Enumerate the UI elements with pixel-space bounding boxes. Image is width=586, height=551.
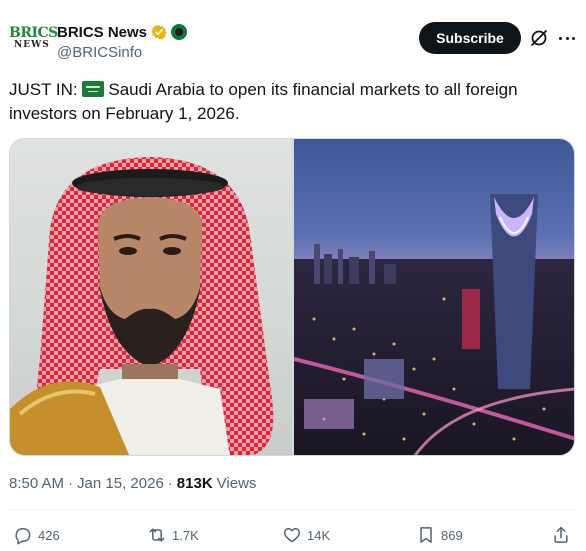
subscribe-button[interactable]: Subscribe [419,22,521,54]
logo-text-bottom: NEWS [14,40,50,50]
divider [9,509,575,510]
tweet-time[interactable]: 8:50 AM [9,475,64,492]
reply-button[interactable]: 426 [13,525,60,545]
bookmark-count: 869 [441,527,463,543]
handle[interactable]: @BRICSinfo [57,44,142,61]
saudi-flag-icon [82,81,105,97]
repost-count: 1.7K [172,527,199,543]
share-button[interactable] [551,525,571,545]
brics-news-logo[interactable]: BRICS NEWS [9,25,58,56]
skyline-illustration [294,194,574,455]
portrait-illustration [10,157,274,455]
affiliate-badge-icon[interactable] [171,24,188,40]
reply-count: 426 [38,527,60,543]
verified-badge-icon[interactable] [151,24,167,40]
media-grid [9,138,575,456]
tweet-header: BRICS NEWS BRICS News @BRICSinfo Subscri… [9,16,577,66]
bookmark-button[interactable]: 869 [416,525,463,545]
logo-text-top: BRICS [9,25,58,41]
tweet-prefix: JUST IN: [9,80,83,99]
meta-separator: · [68,475,74,492]
more-horizontal-icon[interactable] [557,28,577,48]
views-label: Views [216,475,257,492]
grok-icon[interactable] [529,28,549,48]
meta-separator-2: · [167,475,173,492]
like-button[interactable]: 14K [282,525,330,545]
repost-icon [149,528,165,542]
name-row: BRICS News [57,22,188,42]
share-icon [554,526,568,543]
bookmark-icon [420,527,432,543]
tweet-text: JUST IN: Saudi Arabia to open its financ… [9,78,569,126]
photo-man-red-keffiyeh[interactable] [10,139,292,455]
like-count: 14K [307,527,331,543]
photo-riyadh-skyline-night[interactable] [294,139,574,455]
views-count: 813K [176,475,213,492]
repost-button[interactable]: 1.7K [147,525,199,545]
heart-icon [283,528,301,543]
reply-icon [15,528,31,545]
action-bar: 426 1.7K 14K 869 [9,525,575,547]
tweet-date[interactable]: Jan 15, 2026 [77,475,164,492]
display-name[interactable]: BRICS News [57,24,147,41]
tweet-meta: 8:50 AM · Jan 15, 2026 · 813K Views [9,475,256,492]
